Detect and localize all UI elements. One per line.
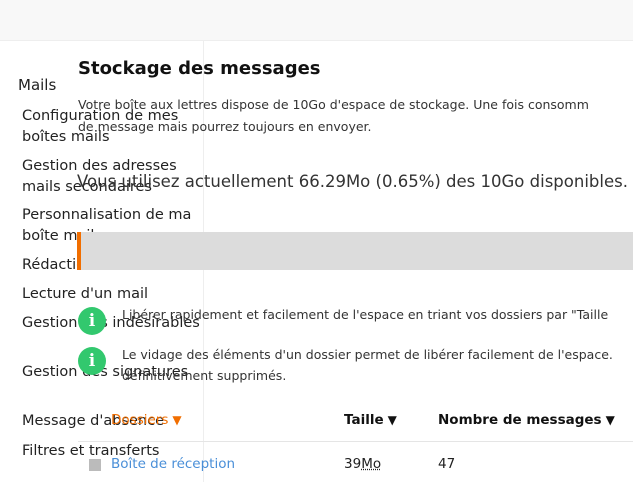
sidebar-heading: Mails — [18, 76, 57, 94]
column-header-folders[interactable]: Dossiers ▼ — [111, 412, 182, 428]
column-folders-label: Dossiers — [111, 412, 169, 428]
storage-description: Votre boîte aux lettres dispose de 10Go … — [78, 94, 589, 138]
column-header-size[interactable]: Taille ▼ — [344, 412, 397, 428]
folder-name-link[interactable]: Boîte de réception — [111, 456, 235, 472]
folder-size-value: 39 — [344, 456, 362, 472]
tip-empty-folder: Le vidage des éléments d'un dossier perm… — [122, 344, 613, 386]
description-line-2: de message mais pourrez toujours en envo… — [78, 119, 372, 134]
info-icon: i — [78, 307, 106, 335]
sort-arrow-icon: ▼ — [605, 413, 615, 427]
storage-progress-bar — [77, 232, 633, 270]
sort-arrow-icon: ▼ — [387, 413, 397, 427]
usage-text: Vous utilisez actuellement 66.29Mo (0.65… — [77, 172, 628, 191]
tip-1-line-1: Libérer rapidement et facilement de l'es… — [122, 307, 609, 322]
tip-2-line-2: définitivement supprimés. — [122, 368, 287, 383]
sidebar-item-reading[interactable]: Lecture d'un mail — [22, 284, 212, 305]
info-icon: i — [78, 347, 106, 375]
folder-size: 39Mo — [344, 456, 381, 472]
column-size-label: Taille — [344, 412, 384, 428]
column-count-label: Nombre de messages — [438, 412, 602, 428]
folder-checkbox[interactable] — [89, 459, 101, 471]
column-header-count[interactable]: Nombre de messages ▼ — [438, 412, 615, 428]
page-title: Stockage des messages — [78, 58, 321, 79]
folder-message-count: 47 — [438, 456, 456, 472]
tip-2-line-1: Le vidage des éléments d'un dossier perm… — [122, 347, 613, 362]
folder-size-unit: Mo — [361, 456, 382, 472]
storage-progress-fill — [77, 232, 81, 270]
sort-arrow-icon: ▼ — [172, 413, 182, 427]
description-line-1: Votre boîte aux lettres dispose de 10Go … — [78, 97, 589, 112]
tip-sort-folders: Libérer rapidement et facilement de l'es… — [122, 304, 608, 325]
table-header-divider — [78, 441, 633, 442]
